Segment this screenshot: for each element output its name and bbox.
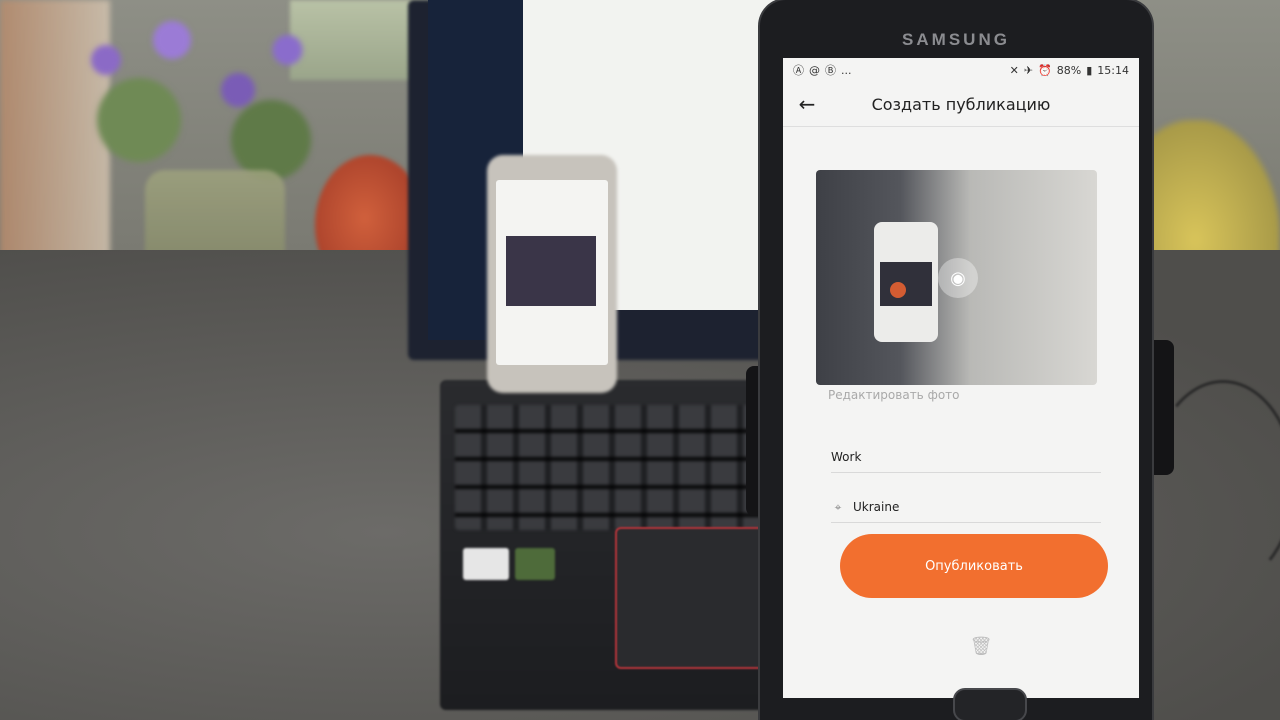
publish-button[interactable]: Опубликовать xyxy=(840,534,1108,598)
at-icon: @ xyxy=(809,63,820,77)
camera-icon[interactable]: ◉ xyxy=(938,258,978,298)
phone-brand: SAMSUNG xyxy=(902,30,1010,49)
name-value: Work xyxy=(831,450,862,464)
laptop-sticker xyxy=(463,548,509,580)
phone-screen: Ⓐ @ Ⓑ ... ✕ ✈ ⏰ 88% ▮ 15:14 ← Создать пу… xyxy=(783,58,1139,698)
battery-percent: 88% xyxy=(1056,63,1082,77)
app-bar: ← Создать публикацию xyxy=(783,82,1139,127)
name-field[interactable]: Work xyxy=(831,450,1101,473)
alarm-icon: ⏰ xyxy=(1038,63,1052,77)
laptop-keyboard xyxy=(455,405,775,530)
edit-photo-link[interactable]: Редактировать фото xyxy=(828,388,960,402)
home-button[interactable] xyxy=(953,688,1027,720)
status-time: 15:14 xyxy=(1097,63,1129,77)
photo-pumpkin xyxy=(890,282,906,298)
photo-inner-image xyxy=(880,262,932,306)
location-pin-icon: ⌖ xyxy=(834,499,842,514)
mute-icon: ✕ xyxy=(1009,63,1019,77)
airplane-icon: ✈ xyxy=(1023,63,1034,77)
back-arrow-icon[interactable]: ← xyxy=(793,90,821,118)
page-title: Создать публикацию xyxy=(871,94,1051,114)
location-value: Ukraine xyxy=(853,500,900,514)
small-phone-image xyxy=(506,236,596,306)
trash-icon[interactable]: 🗑 xyxy=(961,626,1001,666)
status-dots: ... xyxy=(841,63,852,77)
laptop-sticker xyxy=(515,548,555,580)
photo-preview[interactable]: ◉ xyxy=(816,170,1097,385)
location-field[interactable]: ⌖ Ukraine xyxy=(831,500,1101,523)
b-icon: Ⓑ xyxy=(825,64,836,77)
a-icon: Ⓐ xyxy=(793,64,804,77)
status-bar: Ⓐ @ Ⓑ ... ✕ ✈ ⏰ 88% ▮ 15:14 xyxy=(783,58,1139,82)
battery-icon: ▮ xyxy=(1086,63,1093,77)
